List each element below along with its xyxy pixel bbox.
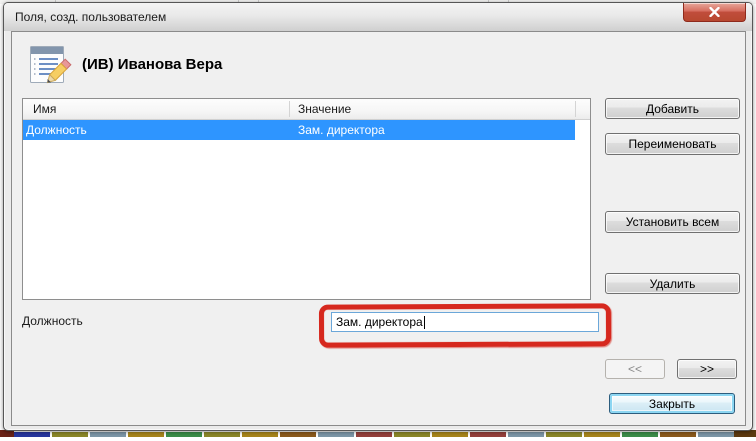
listview-header: Имя Значение [23, 99, 590, 120]
rename-button[interactable]: Переименовать [605, 133, 740, 155]
column-divider[interactable] [289, 101, 290, 117]
close-dialog-button[interactable]: Закрыть [609, 393, 735, 414]
field-value-text: Зам. директора [336, 315, 423, 329]
background-strip [14, 432, 734, 437]
close-window-button[interactable] [683, 3, 746, 22]
row-name-cell: Должность [26, 123, 87, 137]
field-name-label: Должность [22, 314, 83, 328]
window-title: Поля, созд. пользователем [15, 10, 166, 24]
row-value-cell: Зам. директора [298, 123, 385, 137]
background-strip-cell [356, 432, 392, 437]
table-row-selected[interactable]: Должность Зам. директора [23, 120, 575, 140]
background-strip-cell [166, 432, 202, 437]
user-name-heading: (ИВ) Иванова Вера [82, 56, 222, 73]
background-strip-cell [470, 432, 506, 437]
background-strip-cell [242, 432, 278, 437]
background-cell-dark-left [0, 430, 14, 437]
background-strip-cell [204, 432, 240, 437]
background-strip-cell [52, 432, 88, 437]
background-strip-cell [546, 432, 582, 437]
background-strip-cell [508, 432, 544, 437]
background-strip-cell [622, 432, 658, 437]
previous-user-button[interactable]: << [605, 359, 665, 379]
fields-listview: Имя Значение Должность Зам. директора [22, 98, 591, 300]
set-all-button[interactable]: Установить всем [605, 211, 740, 233]
background-strip-cell [14, 432, 50, 437]
background-strip-cell [128, 432, 164, 437]
add-button[interactable]: Добавить [605, 98, 740, 119]
background-strip-cell [394, 432, 430, 437]
field-value-input[interactable]: Зам. директора [331, 312, 599, 332]
column-header-name[interactable]: Имя [33, 102, 56, 116]
background-strip-cell [660, 432, 696, 437]
dialog-body: (ИВ) Иванова Вера Имя Значение Должность… [11, 31, 746, 426]
text-cursor [424, 316, 425, 329]
column-header-value[interactable]: Значение [298, 102, 351, 116]
background-strip-cell [698, 432, 734, 437]
background-strip-cell [584, 432, 620, 437]
user-fields-icon [27, 45, 73, 89]
background-strip-cell [280, 432, 316, 437]
title-bar[interactable]: Поля, созд. пользователем [4, 3, 752, 31]
dialog-window: Поля, созд. пользователем [3, 2, 753, 431]
close-icon [709, 7, 720, 17]
background-cell-dark-right [734, 430, 756, 437]
background-strip-cell [318, 432, 354, 437]
column-divider[interactable] [575, 101, 576, 117]
background-strip-cell [432, 432, 468, 437]
next-user-button[interactable]: >> [677, 359, 737, 379]
background-app-bottom [0, 430, 756, 441]
delete-button[interactable]: Удалить [605, 273, 740, 294]
background-strip-cell [90, 432, 126, 437]
